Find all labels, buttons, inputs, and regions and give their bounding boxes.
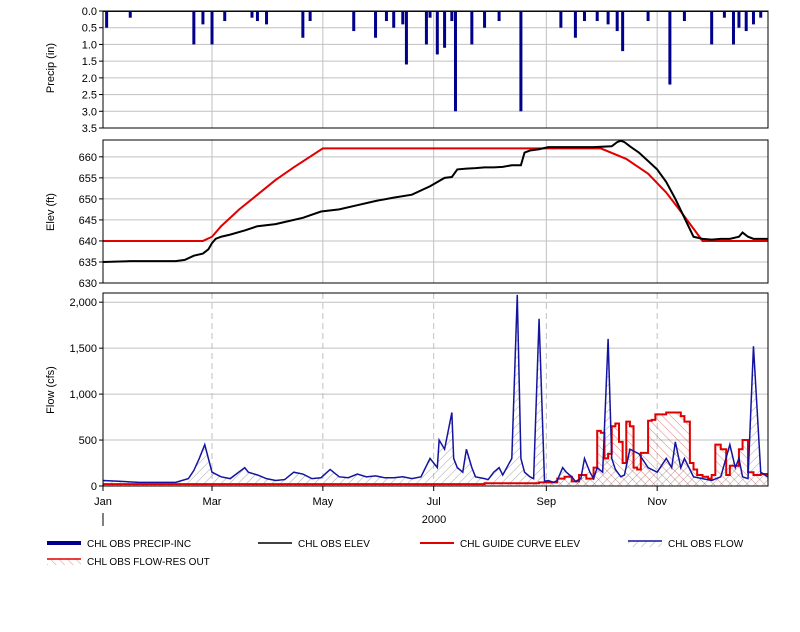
- tick-layer: 0.0 0.5 1.0 1.5 2.0 2.5 3.0 3.5 630 635 640 645 650 6…: [69, 6, 667, 508]
- x-tick-label: Jan: [94, 496, 112, 508]
- y-tick-label: 635: [79, 257, 97, 269]
- precip-bar: [559, 11, 563, 28]
- legend-item-resout: CHL OBS FLOW-RES OUT: [47, 557, 210, 568]
- precip-bar: [250, 11, 254, 18]
- precip-bar: [731, 11, 735, 45]
- precip-bar: [497, 11, 501, 22]
- legend-swatch-resout-hatch: [47, 559, 81, 565]
- precip-bar: [374, 11, 378, 38]
- precip-bar: [519, 11, 523, 112]
- precip-bar: [435, 11, 439, 55]
- precip-bar: [401, 11, 405, 25]
- precip-bar: [424, 11, 428, 45]
- chart-svg: 0.0 0.5 1.0 1.5 2.0 2.5 3.0 3.5 630 635 640 645 650 6…: [45, 6, 769, 568]
- x-tick-label: Nov: [647, 496, 667, 508]
- legend-label-precip: CHL OBS PRECIP-INC: [87, 539, 191, 550]
- legend-label-guide: CHL GUIDE CURVE ELEV: [460, 539, 580, 550]
- y-tick-label: 1.0: [82, 39, 97, 51]
- y-tick-label: 3.5: [82, 123, 97, 135]
- y-tick-label: 0.5: [82, 23, 97, 35]
- y-tick-label: 500: [79, 435, 97, 447]
- precip-bar: [128, 11, 132, 18]
- precip-bar: [210, 11, 214, 45]
- precip-bar: [573, 11, 577, 38]
- hydrograph-chart: 0.0 0.5 1.0 1.5 2.0 2.5 3.0 3.5 630 635 640 645 650 6…: [0, 0, 800, 627]
- precip-bar: [751, 11, 755, 25]
- year-label: 2000: [422, 514, 446, 526]
- flow-panel-series: [103, 294, 768, 486]
- y-tick-label: 1.5: [82, 56, 97, 68]
- y-tick-label: 2,000: [69, 297, 97, 309]
- precip-bar: [682, 11, 686, 22]
- legend-label-resout: CHL OBS FLOW-RES OUT: [87, 557, 210, 568]
- precip-bar: [201, 11, 205, 25]
- legend-label-elev: CHL OBS ELEV: [298, 539, 370, 550]
- precip-bar: [384, 11, 388, 22]
- y-tick-label: 3.0: [82, 106, 97, 118]
- precip-bar: [710, 11, 714, 45]
- precip-bar: [428, 11, 432, 18]
- precip-bar: [404, 11, 408, 65]
- precip-bar: [392, 11, 396, 28]
- precip-bar: [744, 11, 748, 32]
- legend-swatch-precip: [47, 541, 81, 545]
- precip-bar: [737, 11, 741, 28]
- guide-curve-line: [103, 147, 768, 242]
- precip-bar: [759, 11, 763, 18]
- precip-bar: [668, 11, 672, 85]
- y-tick-label: 2.5: [82, 90, 97, 102]
- y-tick-label: 1,000: [69, 389, 97, 401]
- y-axis-label-precip: Precip (in): [45, 43, 57, 93]
- precip-bar: [105, 11, 109, 28]
- y-tick-label: 645: [79, 215, 97, 227]
- data-layer: [103, 11, 768, 486]
- precip-bar: [595, 11, 599, 22]
- precip-bar: [470, 11, 474, 45]
- y-tick-label: 2.0: [82, 73, 97, 85]
- legend-item-guide: CHL GUIDE CURVE ELEV: [420, 539, 580, 550]
- y-tick-label: 0: [91, 481, 97, 493]
- legend-swatch-flow-hatch: [628, 541, 662, 547]
- y-tick-label: 640: [79, 236, 97, 248]
- precip-bar: [483, 11, 487, 28]
- precip-bar: [582, 11, 586, 22]
- precip-bar: [450, 11, 454, 22]
- y-tick-label: 0.0: [82, 6, 97, 18]
- precip-bar: [615, 11, 619, 32]
- y-axis-label-flow: Flow (cfs): [45, 366, 57, 414]
- precip-bar: [352, 11, 356, 32]
- y-axis-label-elev: Elev (ft): [45, 193, 57, 231]
- obs-elev-line: [103, 140, 768, 263]
- precip-bar: [255, 11, 259, 22]
- precip-bar: [192, 11, 196, 45]
- x-tick-label: Jul: [427, 496, 441, 508]
- precip-bar: [308, 11, 312, 22]
- x-tick-label: Mar: [203, 496, 222, 508]
- x-tick-label: Sep: [537, 496, 557, 508]
- legend: CHL OBS PRECIP-INC CHL OBS ELEV CHL GUID…: [47, 539, 744, 568]
- panel-frame: [102, 10, 769, 129]
- precip-bar: [722, 11, 726, 18]
- legend-item-precip: CHL OBS PRECIP-INC: [47, 539, 191, 550]
- x-tick-label: May: [312, 496, 333, 508]
- precip-bar: [606, 11, 610, 25]
- precip-bar: [301, 11, 305, 38]
- elev-panel-series: [103, 140, 768, 263]
- y-tick-label: 660: [79, 152, 97, 164]
- precip-bar: [223, 11, 227, 22]
- precip-bar: [621, 11, 625, 52]
- legend-item-elev: CHL OBS ELEV: [258, 539, 370, 550]
- y-tick-label: 655: [79, 173, 97, 185]
- y-tick-label: 1,500: [69, 343, 97, 355]
- precip-bar: [443, 11, 447, 48]
- legend-label-flow: CHL OBS FLOW: [668, 539, 744, 550]
- legend-item-flow: CHL OBS FLOW: [628, 539, 744, 550]
- precip-bar: [646, 11, 650, 22]
- y-tick-label: 650: [79, 194, 97, 206]
- y-tick-label: 630: [79, 278, 97, 290]
- precip-bar: [453, 11, 457, 112]
- precip-bar: [265, 11, 269, 25]
